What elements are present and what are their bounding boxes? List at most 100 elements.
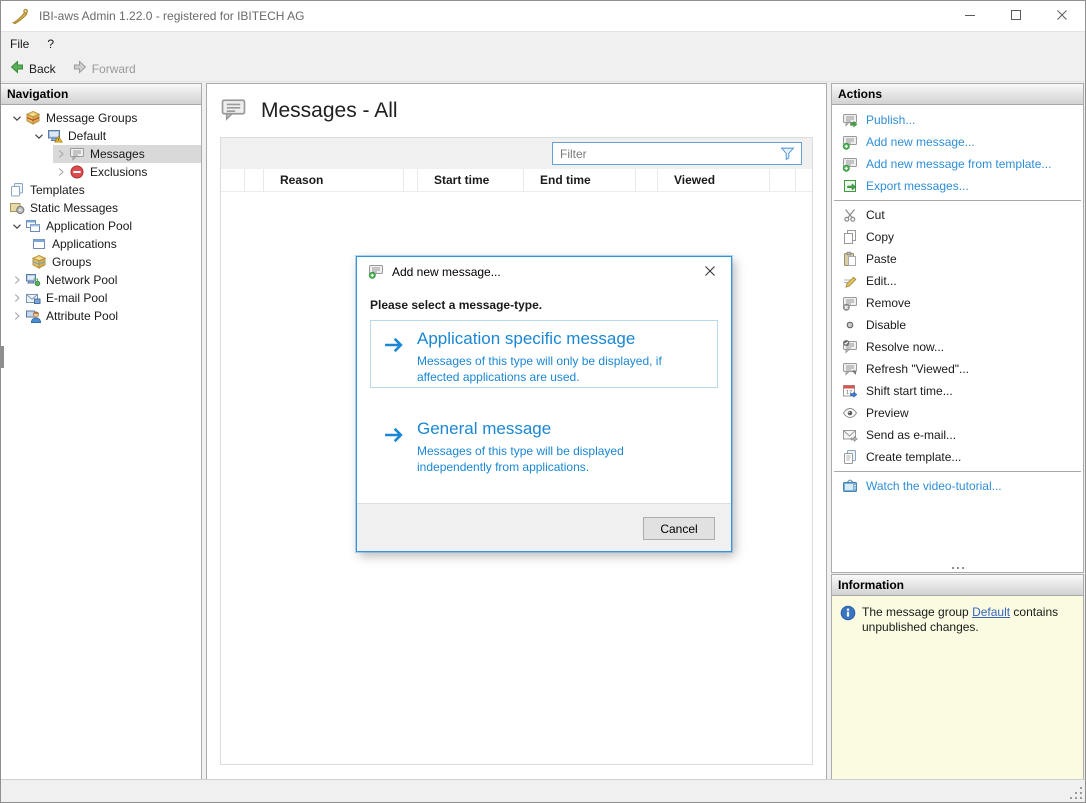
action-send-as-e-mail[interactable]: Send as e-mail... xyxy=(832,424,1083,446)
column-header-end-time[interactable]: End time xyxy=(524,169,636,192)
exclusions-icon xyxy=(69,164,85,180)
maximize-icon xyxy=(1008,7,1024,26)
menu-help[interactable]: ? xyxy=(38,32,63,56)
window-controls xyxy=(947,1,1085,32)
chevron-collapsed-icon[interactable] xyxy=(53,164,69,180)
actions-header: Actions xyxy=(832,84,1083,105)
information-panel: Information The message group Default co… xyxy=(831,574,1084,780)
action-watch-the-video-tutorial[interactable]: Watch the video-tutorial... xyxy=(832,475,1083,497)
chevron-expanded-icon[interactable] xyxy=(9,218,25,234)
actions-list: Publish... Add new message... Add new mess… xyxy=(832,105,1083,497)
nav-splitter-handle[interactable] xyxy=(1,346,4,368)
tree-item-templates[interactable]: Templates xyxy=(1,181,201,199)
tree-item-network-pool[interactable]: Network Pool xyxy=(1,271,201,289)
back-button[interactable]: Back xyxy=(1,57,64,81)
tree-item-application-pool[interactable]: Application Pool xyxy=(1,217,201,235)
tree-item-message-groups[interactable]: Message Groups xyxy=(1,109,201,127)
actions-panel: Actions Publish... Add new message... Add … xyxy=(831,83,1084,573)
tree-item-messages[interactable]: Messages xyxy=(1,145,201,163)
action-shift-start-time[interactable]: 17 Shift start time... xyxy=(832,380,1083,402)
action-disable[interactable]: Disable xyxy=(832,314,1083,336)
action-create-template[interactable]: Create template... xyxy=(832,446,1083,468)
default-group-link[interactable]: Default xyxy=(972,605,1010,619)
tree-item-label: Attribute Pool xyxy=(46,309,119,323)
tree-item-applications[interactable]: Applications xyxy=(1,235,201,253)
tree-item-attribute-pool[interactable]: Attribute Pool xyxy=(1,307,201,325)
filter-input[interactable] xyxy=(553,146,779,161)
video-tutorial-icon xyxy=(842,478,858,494)
tree-item-label: Default xyxy=(68,129,107,143)
action-label: Add new message from template... xyxy=(866,157,1052,171)
tree-item-exclusions[interactable]: Exclusions xyxy=(1,163,201,181)
chevron-collapsed-icon[interactable] xyxy=(53,146,69,162)
chevron-expanded-icon[interactable] xyxy=(31,128,47,144)
refresh-viewed-icon xyxy=(842,361,858,377)
action-paste[interactable]: Paste xyxy=(832,248,1083,270)
maximize-button[interactable] xyxy=(993,1,1039,32)
disable-icon xyxy=(842,317,858,333)
arrow-right-icon xyxy=(383,424,405,449)
action-resolve-now[interactable]: Resolve now... xyxy=(832,336,1083,358)
tree-item-label: Messages xyxy=(90,147,145,161)
create-template-icon xyxy=(842,449,858,465)
action-preview[interactable]: Preview xyxy=(832,402,1083,424)
action-label: Watch the video-tutorial... xyxy=(866,479,1002,493)
main-header: Messages - All xyxy=(207,84,826,137)
cut-icon xyxy=(842,207,858,223)
close-button[interactable] xyxy=(1039,1,1085,32)
tree-item-groups[interactable]: Groups xyxy=(1,253,201,271)
action-label: Send as e-mail... xyxy=(866,428,957,442)
menu-file[interactable]: File xyxy=(1,32,38,56)
add-message-icon xyxy=(842,156,858,172)
chevron-expanded-icon[interactable] xyxy=(9,110,25,126)
preview-icon xyxy=(842,405,858,421)
action-publish[interactable]: Publish... xyxy=(832,109,1083,131)
tree-item-label: Application Pool xyxy=(46,219,133,233)
navigation-header: Navigation xyxy=(1,84,201,105)
email-pool-icon xyxy=(25,290,41,306)
option-title: Application specific message xyxy=(417,329,636,348)
column-header-start-time[interactable]: Start time xyxy=(418,169,524,192)
tree-item-e-mail-pool[interactable]: E-mail Pool xyxy=(1,289,201,307)
action-label: Export messages... xyxy=(866,179,969,193)
dialog-close-button[interactable] xyxy=(697,260,723,284)
panel-splitter-handle[interactable] xyxy=(832,564,1083,571)
minimize-button[interactable] xyxy=(947,1,993,32)
nav-toolbar: Back Forward xyxy=(1,56,1085,82)
option-general-message[interactable]: General message Messages of this type wil… xyxy=(370,410,718,478)
attribute-pool-icon xyxy=(25,308,41,324)
tree-item-label: Static Messages xyxy=(30,201,119,215)
dialog-footer: Cancel xyxy=(357,503,731,551)
action-add-new-message-from-template[interactable]: Add new message from template... xyxy=(832,153,1083,175)
close-icon xyxy=(1054,7,1070,26)
chevron-collapsed-icon[interactable] xyxy=(9,290,25,306)
filter-field xyxy=(552,142,802,165)
info-text-before: The message group xyxy=(862,605,973,619)
action-add-new-message[interactable]: Add new message... xyxy=(832,131,1083,153)
tree-item-default[interactable]: Default xyxy=(1,127,201,145)
column-header-viewed[interactable]: Viewed xyxy=(658,169,770,192)
cancel-button[interactable]: Cancel xyxy=(643,517,715,540)
tree-item-static-messages[interactable]: Static Messages xyxy=(1,199,201,217)
resize-grip[interactable] xyxy=(1069,786,1082,799)
action-copy[interactable]: Copy xyxy=(832,226,1083,248)
column-header-reason[interactable]: Reason xyxy=(264,169,404,192)
action-edit[interactable]: Edit... xyxy=(832,270,1083,292)
page-title: Messages - All xyxy=(261,98,398,122)
option-application-specific-message[interactable]: Application specific message Messages of … xyxy=(370,320,718,388)
action-refresh-viewed[interactable]: Refresh "Viewed"... xyxy=(832,358,1083,380)
message-groups-icon xyxy=(25,110,41,126)
action-remove[interactable]: Remove xyxy=(832,292,1083,314)
title-bar: IBI-aws Admin 1.22.0 - registered for IB… xyxy=(1,1,1085,32)
dialog-prompt: Please select a message-type. xyxy=(370,298,543,312)
chevron-collapsed-icon[interactable] xyxy=(9,308,25,324)
forward-button[interactable]: Forward xyxy=(64,57,144,81)
tree-item-label: Applications xyxy=(52,237,117,251)
column-header-blank xyxy=(404,169,418,192)
action-export-messages[interactable]: Export messages... xyxy=(832,175,1083,197)
filter-funnel-icon[interactable] xyxy=(779,145,796,162)
action-cut[interactable]: Cut xyxy=(832,204,1083,226)
chevron-collapsed-icon[interactable] xyxy=(9,272,25,288)
templates-icon xyxy=(9,182,25,198)
copy-icon xyxy=(842,229,858,245)
